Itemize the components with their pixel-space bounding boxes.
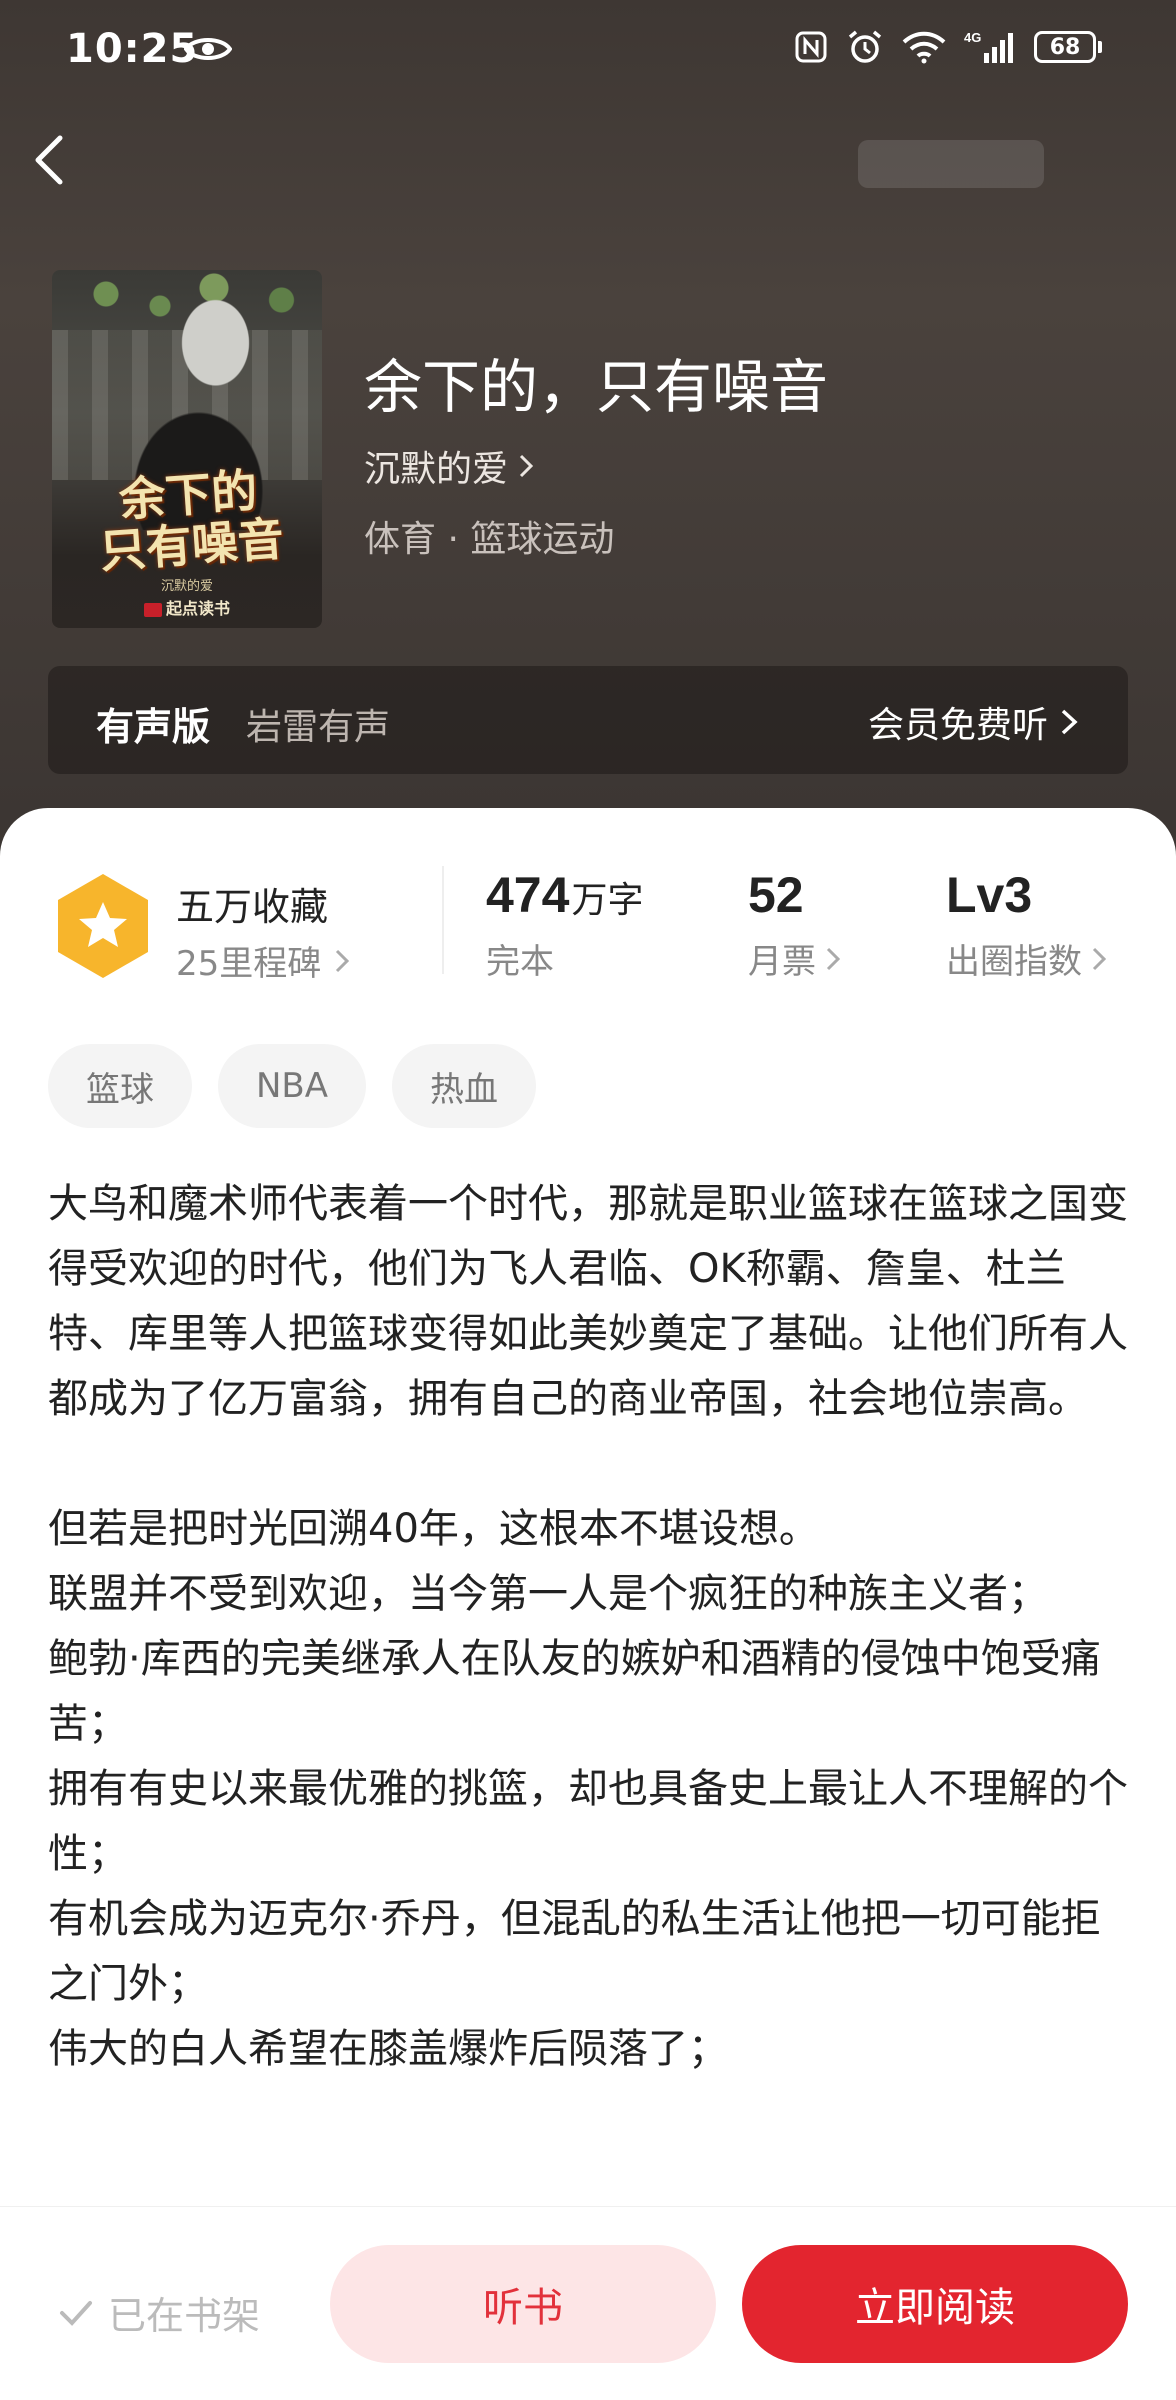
- alarm-icon: [848, 30, 882, 63]
- word-count-value: 474: [486, 867, 570, 923]
- tag-chip[interactable]: 篮球: [48, 1044, 192, 1128]
- milestone-label: 25里程碑: [176, 944, 322, 984]
- influence-index-label: 出圈指数: [946, 942, 1082, 982]
- read-now-button[interactable]: 立即阅读: [742, 2245, 1128, 2363]
- battery-indicator: 68: [1034, 31, 1102, 63]
- book-category: 体育 · 篮球运动: [364, 519, 615, 560]
- status-time: 10:25: [66, 26, 199, 72]
- nfc-icon: [795, 31, 827, 63]
- monthly-ticket-value: 52: [748, 867, 804, 923]
- svg-text:4G: 4G: [964, 30, 981, 45]
- wifi-icon: [902, 31, 946, 64]
- chevron-right-icon: [336, 949, 350, 972]
- listen-button[interactable]: 听书: [330, 2245, 716, 2363]
- collection-count: 五万收藏: [176, 885, 329, 929]
- publisher-logo-icon: [143, 602, 162, 617]
- status-bar: 10:25 4G 68: [0, 0, 1176, 100]
- chevron-right-icon: [519, 454, 534, 478]
- milestone-link[interactable]: 25里程碑: [176, 936, 350, 985]
- monthly-ticket-stat[interactable]: 52 月票: [748, 866, 840, 983]
- influence-index-stat[interactable]: Lv3 出圈指数: [946, 866, 1106, 983]
- cover-publisher: 起点读书: [52, 595, 322, 619]
- book-author-link[interactable]: 沉默的爱: [364, 440, 534, 492]
- battery-level: 68: [1034, 31, 1096, 63]
- in-bookshelf-status: 已在书架: [58, 2285, 260, 2340]
- status-icons: 4G 68: [794, 28, 1102, 66]
- influence-level-value: Lv3: [946, 867, 1033, 923]
- stats-divider: [442, 866, 444, 974]
- audio-producer: 岩雷有声: [246, 707, 391, 748]
- completion-status: 完本: [486, 942, 554, 982]
- in-bookshelf-label: 已在书架: [108, 2294, 261, 2338]
- cover-publisher-name: 起点读书: [165, 599, 230, 618]
- audio-version-bar[interactable]: 有声版 岩雷有声 会员免费听: [48, 666, 1128, 774]
- check-icon: [60, 2300, 92, 2326]
- chevron-right-icon: [1061, 709, 1078, 735]
- monthly-ticket-label: 月票: [748, 942, 816, 982]
- star-badge-icon: [58, 874, 148, 978]
- tag-chip[interactable]: NBA: [218, 1044, 367, 1128]
- eye-icon: [184, 38, 232, 60]
- chevron-right-icon: [826, 947, 840, 970]
- word-count-stat: 474万字 完本: [486, 866, 643, 983]
- book-cover[interactable]: 余下的 只有噪音 沉默的爱 起点读书: [52, 270, 322, 628]
- cover-author: 沉默的爱: [160, 579, 213, 594]
- battery-cap: [1098, 41, 1102, 53]
- header-action-placeholder[interactable]: [858, 140, 1044, 188]
- audio-label: 有声版: [96, 705, 211, 749]
- tag-list: 篮球 NBA 热血: [48, 1044, 537, 1128]
- book-title: 余下的，只有噪音: [364, 353, 829, 421]
- word-count-unit: 万字: [571, 880, 644, 921]
- book-author-name: 沉默的爱: [364, 449, 509, 490]
- book-synopsis: 大鸟和魔术师代表着一个时代，那就是职业篮球在篮球之国变得受欢迎的时代，他们为飞人…: [48, 1181, 1128, 2072]
- cover-title: 余下的 只有噪音: [57, 461, 322, 579]
- signal-4g-icon: 4G: [964, 30, 1013, 63]
- chevron-right-icon: [1092, 947, 1106, 970]
- audio-free-listen-link[interactable]: 会员免费听: [868, 696, 1078, 748]
- back-arrow-icon[interactable]: [30, 130, 70, 190]
- audio-link-label: 会员免费听: [867, 705, 1048, 746]
- bottom-action-bar: 已在书架 听书 立即阅读: [0, 2206, 1176, 2400]
- tag-chip[interactable]: 热血: [392, 1044, 537, 1128]
